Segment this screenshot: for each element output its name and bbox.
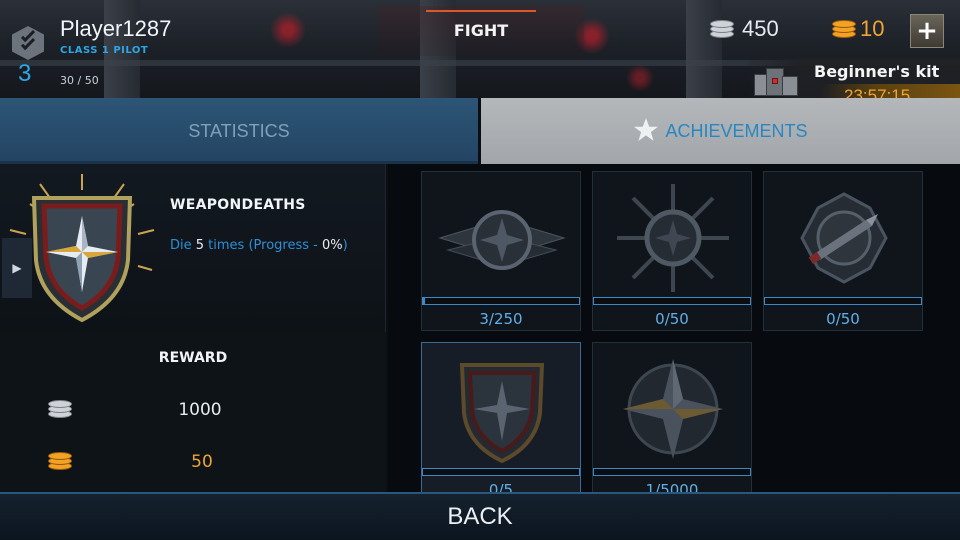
silver-coins-icon	[48, 398, 72, 418]
star-icon	[634, 118, 659, 142]
achievement-card[interactable]: 0/50	[592, 171, 752, 331]
tab-achievements[interactable]: ACHIEVEMENTS	[481, 98, 960, 164]
wings-emblem-icon	[438, 210, 566, 270]
desc-mid: times (Progress -	[204, 238, 322, 253]
tab-statistics[interactable]: STATISTICS	[0, 98, 478, 164]
desc-prefix: Die	[170, 238, 196, 253]
silver-balance: 450	[742, 16, 779, 41]
achievement-progress: 0/50	[826, 310, 860, 328]
achievement-progress: 1/5000	[645, 481, 699, 492]
achievement-title: WEAPONDEATHS	[170, 197, 306, 213]
kit-crate-icon	[752, 64, 802, 100]
gold-coins-icon	[832, 18, 856, 38]
desc-count: 5	[195, 238, 205, 253]
silver-coins-icon	[710, 18, 734, 38]
reward-gold: 50	[191, 452, 213, 472]
progress-bar	[764, 297, 922, 305]
progress-bar	[593, 297, 751, 305]
player-class: CLASS 1 PILOT	[60, 45, 149, 56]
achievement-description: Die 5 times (Progress - 0%)	[170, 238, 348, 253]
expand-panel-handle[interactable]: ▶	[2, 238, 32, 298]
achievement-card[interactable]: 1/5000	[592, 342, 752, 492]
tab-label: STATISTICS	[188, 121, 290, 141]
rocket-emblem-icon	[800, 192, 888, 284]
gold-coins-icon	[48, 450, 72, 470]
star-medal-emblem-icon	[623, 359, 723, 459]
gold-balance: 10	[860, 16, 885, 41]
achievement-progress: 0/50	[655, 310, 689, 328]
player-name[interactable]: Player1287	[60, 16, 171, 42]
fight-button[interactable]: FIGHT	[378, 6, 584, 56]
back-button[interactable]: BACK	[0, 492, 960, 540]
achievement-progress: 3/250	[479, 310, 523, 328]
player-rank: 3	[18, 60, 32, 87]
kit-title: Beginner's kit	[814, 62, 940, 81]
sunburst-emblem-icon	[617, 184, 729, 292]
desc-suffix: )	[342, 238, 348, 253]
add-gold-button[interactable]: +	[910, 14, 944, 48]
tab-label: ACHIEVEMENTS	[665, 121, 808, 141]
achievements-grid[interactable]: 3/250 0/50 0/50 0/5 1/5000	[388, 164, 960, 492]
achievement-card[interactable]: 0/50	[763, 171, 923, 331]
achievement-card-selected[interactable]: 0/5	[421, 342, 581, 492]
progress-bar	[422, 297, 580, 305]
progress-bar	[422, 468, 580, 476]
progress-bar	[593, 468, 751, 476]
achievement-progress: 0/5	[488, 481, 514, 492]
reward-silver: 1000	[178, 400, 222, 420]
reward-title: REWARD	[158, 350, 228, 366]
achievement-card[interactable]: 3/250	[421, 171, 581, 331]
background-girder	[686, 0, 722, 98]
shield-emblem-icon	[459, 363, 545, 464]
desc-percent: 0%	[321, 238, 343, 253]
xp-progress: 30 / 50	[60, 74, 99, 87]
